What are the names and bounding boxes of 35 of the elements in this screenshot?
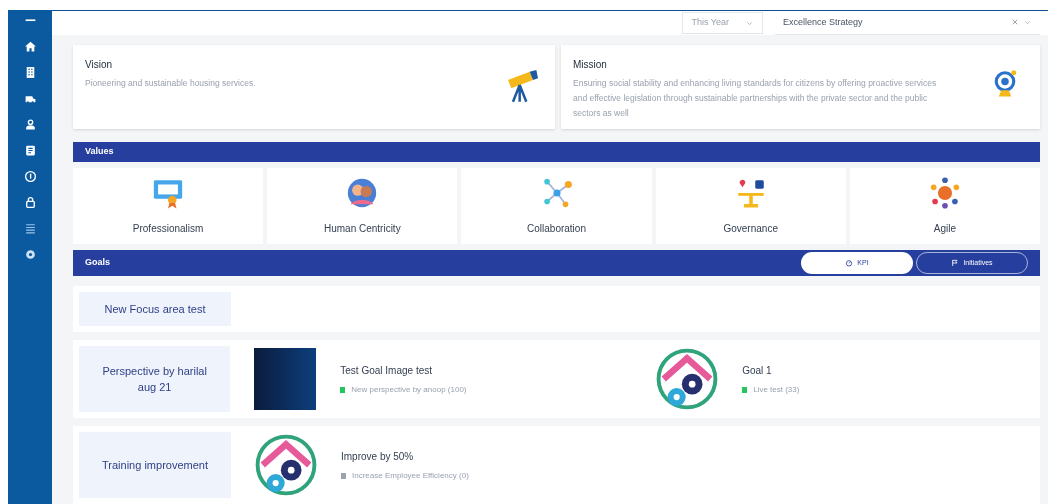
home-icon[interactable] — [23, 40, 37, 53]
goal-title: Test Goal Image test — [340, 363, 434, 378]
strategy-dropdown[interactable]: Excellence Strategy — [775, 11, 1040, 35]
user-icon[interactable] — [23, 118, 37, 131]
chevron-down-icon — [1023, 18, 1032, 27]
goal-status: New perspective by anoop (100) — [351, 383, 467, 396]
perspective-label[interactable]: Training improvement — [79, 432, 231, 498]
value-label: Professionalism — [132, 222, 204, 236]
values-header: Values — [73, 142, 1040, 162]
house-gears-drawing — [656, 348, 719, 410]
goal-title: Goal 1 — [742, 363, 773, 378]
photo-placeholder — [254, 348, 317, 410]
goal-title: Improve by 50% — [341, 449, 415, 464]
info-icon[interactable] — [23, 170, 37, 183]
card-title: Vision — [85, 58, 114, 72]
value-label: Governance — [723, 222, 778, 236]
list-icon[interactable] — [23, 222, 37, 235]
goals-title: Goals — [85, 256, 110, 270]
goal-status: Increase Employee Efficiency (0) — [352, 469, 469, 482]
lock-icon[interactable] — [23, 196, 37, 209]
flag-icon — [951, 259, 960, 267]
value-label: Collaboration — [527, 222, 586, 236]
clear-icon — [1011, 18, 1019, 26]
house-gears-drawing — [255, 434, 317, 496]
perspective-label[interactable]: New Focus area test — [79, 292, 231, 326]
goal-status: Live test (33) — [753, 383, 800, 396]
perspective-label[interactable]: Perspective by harilal aug 21 — [79, 346, 231, 412]
card-text: Ensuring social stability and enhancing living standards for citizens by offering proactive services and effective legislation through sustainable partnerships with the private sector and the public sectors as well — [573, 77, 938, 120]
value-label: Human Centricity — [323, 222, 401, 236]
card-text: Pioneering and sustainable housing services. — [85, 77, 257, 90]
value-label: Agile — [933, 222, 957, 236]
document-icon[interactable] — [23, 144, 37, 157]
card-title: Mission — [573, 58, 608, 72]
gear-icon[interactable] — [23, 248, 37, 261]
gauge-icon — [845, 259, 854, 267]
